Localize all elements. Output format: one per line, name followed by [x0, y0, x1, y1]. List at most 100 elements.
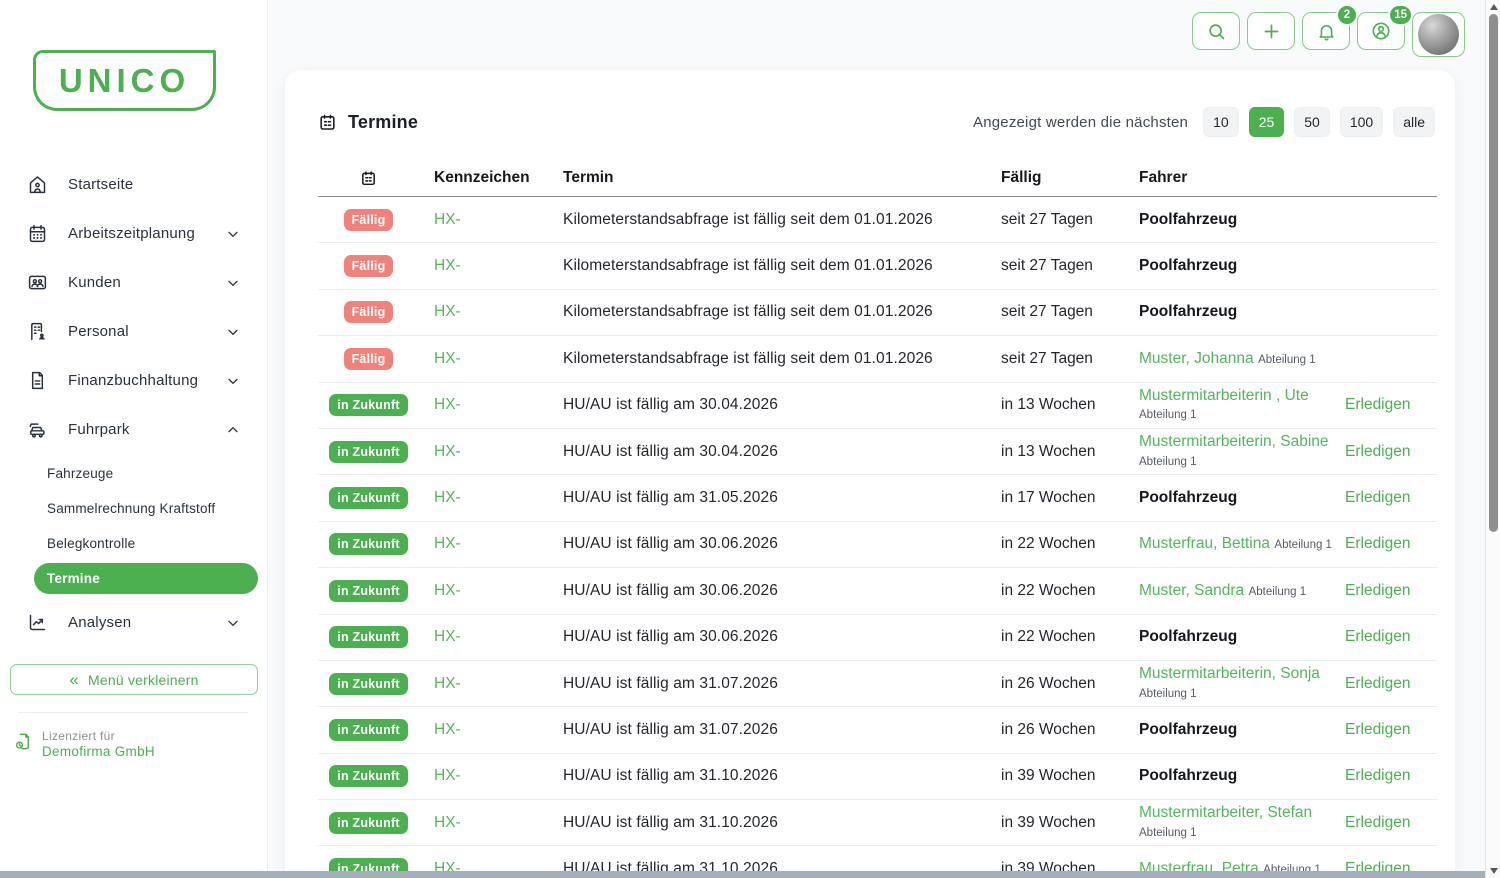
erledigen-link[interactable]: Erledigen — [1345, 767, 1411, 784]
erledigen-link[interactable]: Erledigen — [1345, 628, 1411, 645]
plate-link[interactable]: HX- — [434, 628, 563, 646]
chevron-down-icon — [225, 324, 241, 340]
logo-text: UNICO — [59, 62, 190, 100]
license-line1: Lizenziert für — [42, 729, 155, 743]
search-icon — [1206, 21, 1227, 42]
termin-text: HU/AU ist fällig am 31.05.2026 — [563, 489, 1001, 507]
driver-name[interactable]: Mustermitarbeiterin, Sabine — [1139, 433, 1329, 450]
status-badge: Fällig — [344, 348, 394, 370]
status-badge: in Zukunft — [329, 626, 407, 648]
sidebar-item-sammelrechnung-kraftstoff[interactable]: Sammelrechnung Kraftstoff — [34, 491, 258, 526]
sub-item-label: Termine — [47, 571, 100, 586]
plate-link[interactable]: HX- — [434, 396, 563, 414]
table-row: in Zukunft HX- HU/AU ist fällig am 31.10… — [318, 754, 1437, 800]
horizontal-scrollbar-thumb[interactable] — [0, 871, 1485, 878]
license-info: Lizenziert für Demofirma GmbH — [14, 729, 155, 759]
vertical-scrollbar[interactable] — [1485, 0, 1500, 878]
plate-link[interactable]: HX- — [434, 211, 563, 229]
page-size-selector: Angezeigt werden die nächsten 10 25 50 1… — [973, 107, 1435, 137]
status-badge: in Zukunft — [329, 673, 407, 695]
sidebar-item-fuhrpark[interactable]: Fuhrpark — [0, 405, 267, 454]
erledigen-link[interactable]: Erledigen — [1345, 721, 1411, 738]
driver-cell: Mustermitarbeiterin, Sabine Abteilung 1 — [1139, 433, 1345, 470]
collapse-menu-button[interactable]: « Menü verkleinern — [10, 664, 258, 695]
status-cell: in Zukunft — [333, 533, 404, 555]
driver-cell: Poolfahrzeug — [1139, 767, 1345, 785]
sidebar-item-kunden[interactable]: Kunden — [0, 258, 267, 307]
due-text: in 26 Wochen — [1001, 721, 1139, 739]
plate-link[interactable]: HX- — [434, 582, 563, 600]
user-tasks-button[interactable]: 15 — [1357, 12, 1405, 50]
driver-name[interactable]: Muster, Sandra — [1139, 582, 1244, 599]
scroll-up-arrow-icon[interactable] — [1490, 4, 1498, 10]
analytics-icon — [27, 612, 48, 633]
erledigen-link[interactable]: Erledigen — [1345, 675, 1411, 692]
driver-name[interactable]: Musterfrau, Bettina — [1139, 535, 1270, 552]
sidebar-item-label: Analysen — [68, 614, 131, 631]
sidebar-item-startseite[interactable]: Startseite — [0, 160, 267, 209]
unico-logo[interactable]: UNICO — [33, 50, 216, 111]
erledigen-link[interactable]: Erledigen — [1345, 535, 1411, 552]
plate-link[interactable]: HX- — [434, 303, 563, 321]
sidebar-item-personal[interactable]: Personal — [0, 307, 267, 356]
driver-department: Abteilung 1 — [1139, 827, 1197, 839]
sidebar-item-finanzbuchhaltung[interactable]: Finanzbuchhaltung — [0, 356, 267, 405]
sidebar-item-analysen[interactable]: Analysen — [0, 598, 267, 647]
page-size-option-10[interactable]: 10 — [1203, 107, 1239, 137]
search-button[interactable] — [1192, 12, 1240, 50]
plate-link[interactable]: HX- — [434, 257, 563, 275]
sidebar-item-arbeitszeitplanung[interactable]: Arbeitszeitplanung — [0, 209, 267, 258]
driver-name[interactable]: Mustermitarbeiterin , Ute — [1139, 387, 1309, 404]
plate-link[interactable]: HX- — [434, 814, 563, 832]
topbar: 2 15 — [1192, 12, 1465, 57]
erledigen-link[interactable]: Erledigen — [1345, 814, 1411, 831]
table-row: Fällig HX- Kilometerstandsabfrage ist fä… — [318, 290, 1437, 336]
horizontal-scrollbar[interactable] — [0, 871, 1485, 878]
page-size-option-50[interactable]: 50 — [1294, 107, 1330, 137]
notifications-button[interactable]: 2 — [1302, 12, 1350, 50]
driver-name[interactable]: Mustermitarbeiter, Stefan — [1139, 804, 1312, 821]
page-size-option-alle[interactable]: alle — [1393, 107, 1435, 137]
termin-text: HU/AU ist fällig am 30.06.2026 — [563, 582, 1001, 600]
vertical-scrollbar-thumb[interactable] — [1489, 14, 1498, 532]
plate-link[interactable]: HX- — [434, 489, 563, 507]
driver-cell: Poolfahrzeug — [1139, 211, 1345, 229]
action-cell: Erledigen — [1345, 443, 1437, 461]
license-line2[interactable]: Demofirma GmbH — [42, 744, 155, 759]
due-text: in 39 Wochen — [1001, 767, 1139, 785]
erledigen-link[interactable]: Erledigen — [1345, 443, 1411, 460]
plate-link[interactable]: HX- — [434, 767, 563, 785]
status-cell: in Zukunft — [333, 394, 404, 416]
user-circle-icon — [1370, 20, 1392, 42]
erledigen-link[interactable]: Erledigen — [1345, 489, 1411, 506]
due-text: in 17 Wochen — [1001, 489, 1139, 507]
plate-link[interactable]: HX- — [434, 675, 563, 693]
plate-link[interactable]: HX- — [434, 443, 563, 461]
status-cell: Fällig — [333, 255, 404, 277]
termin-text: Kilometerstandsabfrage ist fällig seit d… — [563, 257, 1001, 275]
erledigen-link[interactable]: Erledigen — [1345, 582, 1411, 599]
plate-link[interactable]: HX- — [434, 350, 563, 368]
status-cell: in Zukunft — [333, 580, 404, 602]
page-size-option-25[interactable]: 25 — [1249, 107, 1285, 137]
status-badge: in Zukunft — [329, 487, 407, 509]
driver-name[interactable]: Mustermitarbeiterin, Sonja — [1139, 665, 1320, 682]
plate-link[interactable]: HX- — [434, 535, 563, 553]
sidebar-item-belegkontrolle[interactable]: Belegkontrolle — [34, 526, 258, 561]
scroll-down-arrow-icon[interactable] — [1490, 868, 1498, 874]
add-button[interactable] — [1247, 12, 1295, 50]
sidebar-item-label: Kunden — [68, 274, 121, 291]
termin-text: HU/AU ist fällig am 30.06.2026 — [563, 628, 1001, 646]
page-title: Termine — [318, 112, 418, 133]
due-text: seit 27 Tagen — [1001, 211, 1139, 229]
sidebar-item-fahrzeuge[interactable]: Fahrzeuge — [34, 456, 258, 491]
termin-text: HU/AU ist fällig am 30.06.2026 — [563, 535, 1001, 553]
sidebar-item-termine[interactable]: Termine — [34, 563, 258, 594]
plate-link[interactable]: HX- — [434, 721, 563, 739]
page-size-option-100[interactable]: 100 — [1340, 107, 1383, 137]
driver-name[interactable]: Muster, Johanna — [1139, 350, 1254, 367]
driver-department: Abteilung 1 — [1139, 409, 1197, 421]
profile-button[interactable] — [1412, 12, 1465, 57]
status-badge: in Zukunft — [329, 533, 407, 555]
erledigen-link[interactable]: Erledigen — [1345, 396, 1411, 413]
